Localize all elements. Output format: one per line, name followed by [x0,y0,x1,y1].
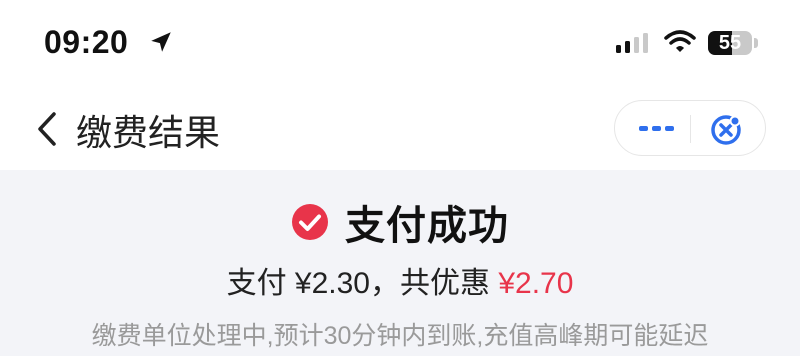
processing-notice: 缴费单位处理中,预计30分钟内到账,充值高峰期可能延迟 [91,322,709,350]
status-time: 09:20 [44,24,129,60]
payment-status-title: 支付成功 [345,204,509,248]
battery-icon: 55 [708,31,752,55]
payment-result-panel: 支付成功 支付 ¥2.30，共优惠 ¥2.70 缴费单位处理中,预计30分钟内到… [0,170,800,356]
chevron-left-icon[interactable] [34,110,62,148]
check-circle-icon [292,204,328,240]
more-icon[interactable] [639,121,675,137]
paid-label: 支付 [226,267,287,300]
signal-icon [616,33,648,53]
location-arrow-icon [151,32,171,52]
payment-summary: 支付 ¥2.30，共优惠 ¥2.70 [0,258,800,302]
battery-cap [754,38,758,48]
paid-amount: ¥2.30 [294,267,370,300]
summary-separator: ， [370,267,400,300]
result-header: 支付成功 [0,194,800,250]
battery-level: 55 [718,32,742,54]
page-title: 缴费结果 [76,112,221,153]
discount-amount: ¥2.70 [498,267,574,300]
status-bar: 09:20 55 [0,0,800,88]
capsule-divider [690,115,691,143]
nav-bar: 缴费结果 [0,88,800,170]
mini-program-capsule [614,100,766,156]
close-mini-program-icon[interactable] [709,113,743,147]
discount-label: 共优惠 [400,267,490,300]
wifi-icon [664,30,696,52]
